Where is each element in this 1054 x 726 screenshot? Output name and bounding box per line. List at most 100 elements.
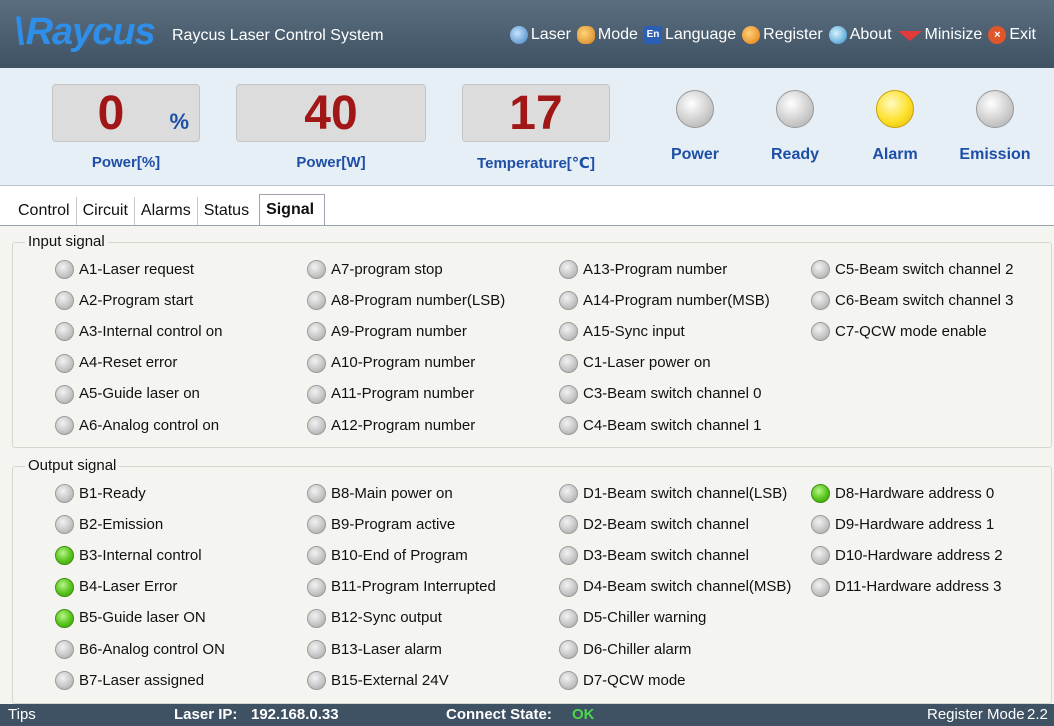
- signal-item: A12-Program number: [307, 416, 475, 435]
- power-watts-label: Power[W]: [296, 154, 366, 171]
- signal-item: B5-Guide laser ON: [55, 608, 206, 628]
- signal-led-icon: [307, 515, 326, 535]
- signal-led-icon: [811, 291, 830, 311]
- signal-item: A7-program stop: [307, 260, 443, 279]
- signal-label: B9-Program active: [331, 515, 456, 533]
- menu-language[interactable]: En Language: [643, 25, 737, 45]
- signal-item: D4-Beam switch channel(MSB): [559, 577, 791, 597]
- signal-label: B15-External 24V: [331, 671, 449, 689]
- tab-alarms[interactable]: Alarms: [135, 197, 198, 226]
- signal-item: A9-Program number: [307, 322, 467, 342]
- signal-led-icon: [55, 577, 74, 597]
- signal-label: D3-Beam switch channel: [583, 546, 749, 564]
- signal-label: A8-Program number(LSB): [331, 291, 506, 309]
- signal-item: B7-Laser assigned: [55, 671, 205, 691]
- signal-led-icon: [55, 671, 74, 691]
- signal-label: B3-Internal control: [79, 546, 202, 564]
- mode-people-icon: [576, 26, 595, 44]
- alarm-indicator-label: Alarm: [872, 146, 918, 163]
- signal-led-icon: [559, 671, 578, 691]
- signal-label: B11-Program Interrupted: [331, 578, 496, 596]
- signal-item: C4-Beam switch channel 1: [559, 416, 761, 435]
- signal-led-icon: [307, 260, 326, 279]
- signal-label: B10-End of Program: [331, 546, 468, 564]
- signal-label: A13-Program number: [583, 260, 728, 278]
- signal-label: B2-Emission: [79, 515, 164, 533]
- signal-label: D10-Hardware address 2: [835, 546, 1003, 564]
- signal-label: C3-Beam switch channel 0: [583, 385, 762, 403]
- connect-state-label: Connect State:: [446, 706, 552, 723]
- emission-indicator-label: Emission: [959, 146, 1031, 163]
- tab-circuit[interactable]: Circuit: [77, 197, 135, 226]
- signal-label: D9-Hardware address 1: [835, 515, 995, 533]
- signal-label: A14-Program number(MSB): [583, 291, 770, 309]
- laser-ip-label: Laser IP:: [174, 706, 238, 723]
- signal-led-icon: [559, 515, 578, 535]
- menu-laser[interactable]: Laser: [509, 25, 571, 45]
- menu-mode[interactable]: Mode: [576, 25, 638, 45]
- power-indicator-light: [676, 90, 714, 128]
- version-text: 2.2: [1027, 706, 1048, 723]
- output-signal-title: Output signal: [25, 457, 120, 475]
- signal-label: A3-Internal control on: [79, 322, 223, 340]
- signal-item: B1-Ready: [55, 484, 146, 503]
- signal-item: B11-Program Interrupted: [307, 577, 496, 597]
- ready-indicator-light: [776, 90, 814, 128]
- signal-label: B7-Laser assigned: [79, 671, 205, 689]
- tab-status[interactable]: Status: [198, 197, 255, 226]
- signal-label: D11-Hardware address 3: [835, 578, 1002, 596]
- menu-minimize-label: Minisize: [924, 26, 983, 43]
- signal-led-icon: [559, 608, 578, 628]
- signal-item: B3-Internal control: [55, 546, 202, 566]
- menu-about-label: About: [849, 26, 892, 43]
- signal-label: A4-Reset error: [79, 354, 178, 372]
- exit-x-icon: ×: [988, 26, 1007, 44]
- signal-led-icon: [811, 484, 830, 503]
- signal-item: A13-Program number: [559, 260, 727, 279]
- signal-item: D2-Beam switch channel: [559, 515, 749, 535]
- signal-label: D2-Beam switch channel: [583, 515, 749, 533]
- signal-item: B12-Sync output: [307, 608, 442, 628]
- signal-item: A6-Analog control on: [55, 416, 219, 435]
- signal-led-icon: [307, 353, 326, 373]
- signal-led-icon: [55, 416, 74, 435]
- signal-label: D1-Beam switch channel(LSB): [583, 484, 788, 502]
- signal-item: C5-Beam switch channel 2: [811, 260, 1013, 279]
- power-percent-unit: %: [169, 109, 189, 134]
- menu-register[interactable]: Register: [742, 25, 823, 45]
- signal-led-icon: [307, 671, 326, 691]
- menu-about[interactable]: About: [828, 25, 892, 45]
- signal-led-icon: [307, 546, 326, 566]
- menu-language-label: Language: [664, 26, 737, 43]
- signal-label: B8-Main power on: [331, 484, 453, 502]
- tab-bar: Control Circuit Alarms Status Signal: [12, 194, 326, 226]
- tab-control[interactable]: Control: [12, 197, 77, 226]
- signal-item: A11-Program number: [307, 384, 475, 404]
- signal-item: B6-Analog control ON: [55, 640, 225, 659]
- signal-led-icon: [307, 484, 326, 503]
- signal-label: B5-Guide laser ON: [79, 609, 206, 627]
- signal-led-icon: [55, 546, 74, 566]
- raycus-logo: \Raycus: [14, 11, 156, 53]
- tab-signal[interactable]: Signal: [259, 194, 326, 226]
- input-signal-title: Input signal: [25, 233, 108, 251]
- signal-led-icon: [811, 546, 830, 566]
- laser-globe-icon: [509, 26, 528, 44]
- signal-item: A5-Guide laser on: [55, 384, 200, 404]
- signal-label: A11-Program number: [331, 385, 475, 403]
- signal-led-icon: [55, 322, 74, 342]
- temperature-value: 17: [509, 87, 563, 140]
- app-title: Raycus Laser Control System: [172, 27, 384, 44]
- signal-label: A6-Analog control on: [79, 416, 220, 434]
- signal-led-icon: [55, 640, 74, 659]
- menu-exit[interactable]: × Exit: [988, 25, 1036, 45]
- tips-label: Tips: [8, 706, 36, 723]
- signal-led-icon: [307, 577, 326, 597]
- signal-item: D8-Hardware address 0: [811, 484, 994, 503]
- menu-minimize[interactable]: Minisize: [897, 25, 983, 45]
- signal-item: B9-Program active: [307, 515, 456, 535]
- signal-led-icon: [811, 515, 830, 535]
- signal-label: A12-Program number: [331, 416, 476, 434]
- power-watts-value: 40: [304, 87, 358, 140]
- signal-item: C6-Beam switch channel 3: [811, 291, 1013, 311]
